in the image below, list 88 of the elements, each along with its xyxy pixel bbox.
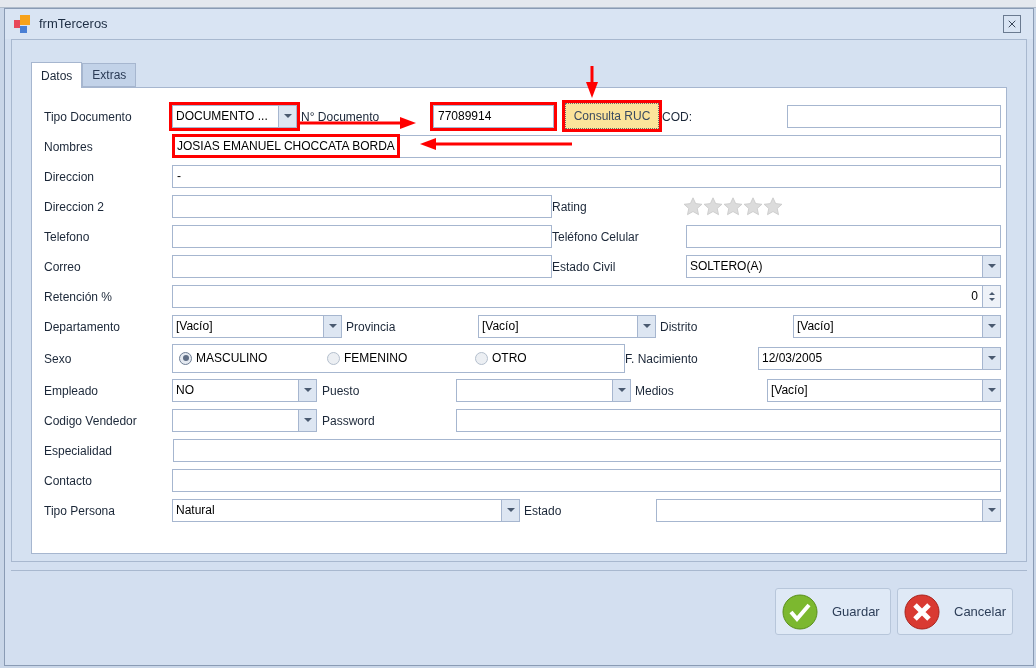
dropdown-field[interactable]: [Vacío] <box>478 314 656 338</box>
dropdown-icon <box>328 324 337 328</box>
spin-up-icon[interactable] <box>988 291 995 295</box>
close-button[interactable] <box>1003 15 1021 33</box>
radio-label: OTRO <box>492 350 527 367</box>
input-field[interactable] <box>787 104 1001 128</box>
field-label: Rating <box>552 200 587 214</box>
dropdown-field[interactable]: Natural <box>172 498 520 522</box>
radio-label: FEMENINO <box>344 350 408 367</box>
dropdown-icon <box>642 324 651 328</box>
dropdown-icon <box>987 508 996 512</box>
field-label: COD: <box>662 110 692 124</box>
radio-label: MASCULINO <box>196 350 268 367</box>
field-value: JOSIAS EMANUEL CHOCCATA BORDA <box>175 137 397 155</box>
input-field[interactable] <box>173 438 1001 462</box>
dropdown-field[interactable]: [Vacío] <box>767 378 1001 402</box>
field-label: Contacto <box>44 474 93 488</box>
dropdown-field[interactable] <box>456 378 631 402</box>
input-field[interactable] <box>172 468 1001 492</box>
field-label: Estado Civil <box>552 260 616 274</box>
field-label: Puesto <box>322 384 360 398</box>
app-icon <box>13 14 33 34</box>
input-field[interactable] <box>172 194 552 218</box>
dropdown-icon <box>506 508 515 512</box>
field-label: Sexo <box>44 352 72 366</box>
input-field[interactable] <box>172 224 552 248</box>
consulta-button[interactable]: Consulta RUC <box>565 103 659 129</box>
dropdown-icon <box>987 264 996 268</box>
dropdown-field[interactable]: DOCUMENTO ... <box>172 104 297 128</box>
field-label: Retención % <box>44 290 113 304</box>
star-icon <box>763 196 783 216</box>
field-label: Empleado <box>44 384 99 398</box>
field-label: Tipo Documento <box>44 110 132 124</box>
field-label: Tipo Persona <box>44 504 115 518</box>
input-field[interactable]: JOSIAS EMANUEL CHOCCATA BORDA <box>172 134 1001 158</box>
field-label: Teléfono Celular <box>552 230 639 244</box>
field-label: Correo <box>44 260 81 274</box>
input-field[interactable]: 77089914 <box>433 104 554 128</box>
field-label: Telefono <box>44 230 90 244</box>
input-field[interactable]: - <box>172 164 1001 188</box>
annotation-arrow <box>585 66 599 98</box>
star-icon <box>683 196 703 216</box>
field-label: Distrito <box>660 320 698 334</box>
dropdown-icon <box>617 388 626 392</box>
dropdown-icon <box>987 324 996 328</box>
field-label: Provincia <box>346 320 396 334</box>
save-button[interactable]: Guardar <box>775 588 891 635</box>
number-field[interactable]: 0 <box>172 284 1001 308</box>
field-label: N° Documento <box>301 110 380 124</box>
field-label: Medios <box>635 384 674 398</box>
field-label: Nombres <box>44 140 93 154</box>
check-icon <box>782 593 818 630</box>
spin-down-icon[interactable] <box>988 297 995 301</box>
input-field[interactable] <box>456 408 1001 432</box>
star-icon <box>723 196 743 216</box>
dropdown-field[interactable]: NO <box>172 378 317 402</box>
radio-button[interactable] <box>327 351 340 365</box>
tab[interactable]: Extras <box>82 63 137 87</box>
star-icon <box>743 196 763 216</box>
input-field[interactable] <box>686 224 1001 248</box>
dropdown-icon <box>303 418 312 422</box>
dropdown-field[interactable]: [Vacío] <box>793 314 1001 338</box>
field-label: Direccion 2 <box>44 200 105 214</box>
input-field[interactable] <box>172 254 552 278</box>
close-icon <box>1006 18 1018 30</box>
dropdown-field[interactable] <box>172 408 317 432</box>
dropdown-icon <box>987 356 996 360</box>
tab[interactable]: Datos <box>31 62 83 88</box>
field-label: Password <box>322 414 375 428</box>
dropdown-field[interactable] <box>656 498 1001 522</box>
dropdown-field[interactable]: 12/03/2005 <box>758 346 1001 370</box>
dropdown-field[interactable]: [Vacío] <box>172 314 342 338</box>
radio-button[interactable] <box>475 351 488 365</box>
field-label: Estado <box>524 504 562 518</box>
dropdown-field[interactable]: SOLTERO(A) <box>686 254 1001 278</box>
close-icon <box>904 593 940 630</box>
cancel-button[interactable]: Cancelar <box>897 588 1013 635</box>
field-label: Direccion <box>44 170 94 184</box>
window-title: frmTerceros <box>39 15 108 34</box>
star-icon <box>703 196 723 216</box>
field-label: Codigo Vendedor <box>44 414 137 428</box>
radio-button[interactable] <box>179 351 192 365</box>
dropdown-icon <box>303 388 312 392</box>
field-label: F. Nacimiento <box>625 352 698 366</box>
dropdown-icon <box>283 114 292 118</box>
field-label: Especialidad <box>44 444 113 458</box>
dropdown-icon <box>987 388 996 392</box>
field-label: Departamento <box>44 320 121 334</box>
